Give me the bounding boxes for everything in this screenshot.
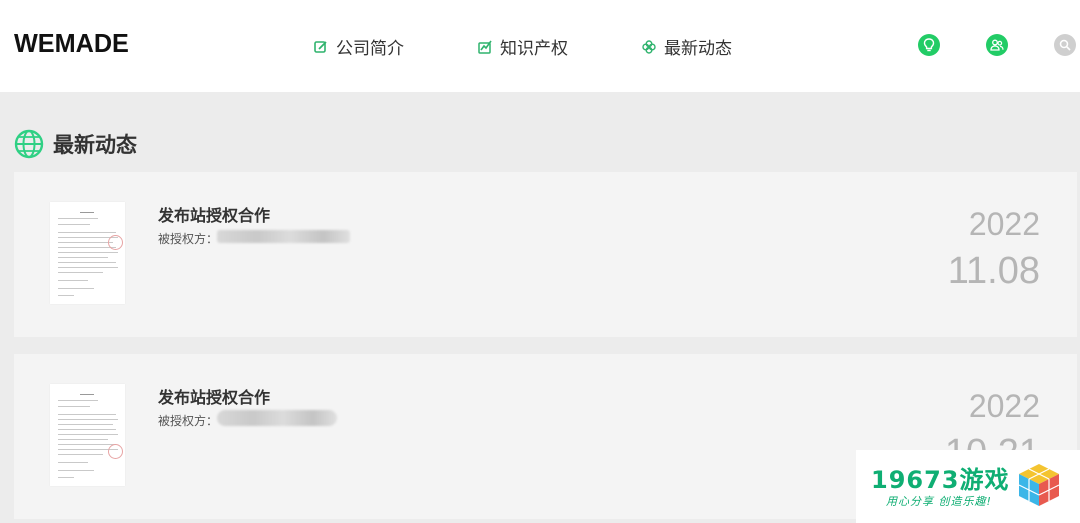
clover-icon — [642, 39, 656, 54]
nav-item-news[interactable]: 最新动态 — [642, 34, 732, 59]
news-date: 11.08 — [947, 250, 1040, 292]
redacted-name — [217, 230, 350, 243]
news-title: 发布站授权合作 — [158, 388, 271, 407]
nav-item-about[interactable]: 公司简介 — [314, 34, 404, 59]
news-title: 发布站授权合作 — [158, 206, 271, 225]
search-icon[interactable] — [1054, 34, 1076, 56]
signature-icon — [478, 39, 492, 54]
header: WEMADE 公司简介 知识产权 最新动态 — [0, 0, 1080, 92]
cube-logo-icon — [1016, 462, 1062, 512]
licensee-label: 被授权方： — [158, 414, 219, 428]
news-year: 2022 — [968, 206, 1040, 242]
watermark-tagline: 用心分享 创造乐趣! — [886, 495, 992, 508]
document-thumbnail — [50, 202, 125, 304]
licensee-label: 被授权方： — [158, 232, 219, 246]
watermark: 19673游戏 用心分享 创造乐趣! — [856, 450, 1080, 523]
redacted-name — [217, 410, 337, 426]
news-card[interactable]: 发布站授权合作 被授权方： 2022 11.08 — [14, 172, 1077, 337]
watermark-text: 19673游戏 — [871, 466, 1010, 494]
nav-label: 知识产权 — [500, 38, 568, 59]
edit-icon — [314, 39, 328, 53]
nav-label: 公司简介 — [336, 38, 404, 59]
news-year: 2022 — [968, 388, 1040, 424]
globe-icon — [14, 129, 44, 159]
users-icon[interactable] — [986, 34, 1008, 56]
nav-item-ip[interactable]: 知识产权 — [478, 34, 568, 59]
section-title: 最新动态 — [14, 128, 137, 160]
section-heading: 最新动态 — [53, 133, 137, 157]
logo[interactable]: WEMADE — [14, 28, 129, 59]
lightbulb-icon[interactable] — [918, 34, 940, 56]
nav-label: 最新动态 — [664, 38, 732, 59]
document-thumbnail — [50, 384, 125, 486]
